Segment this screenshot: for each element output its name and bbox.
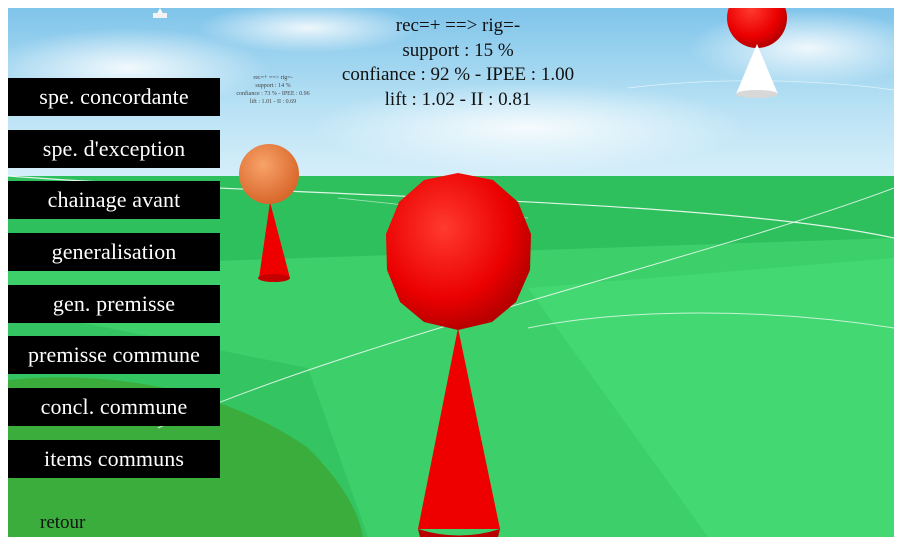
- menu-button-chainage-avant[interactable]: chainage avant: [8, 181, 220, 220]
- rule-confidence-far: confiance : 73 % - IPEE : 0.96: [236, 91, 310, 97]
- menu-button-gen-premisse[interactable]: gen. premisse: [8, 284, 220, 323]
- red-cone-mid-base: [258, 274, 290, 282]
- neighborhood-menu: spe. concordante spe. d'exception chaina…: [8, 78, 220, 492]
- menu-button-spe-concordante[interactable]: spe. concordante: [8, 78, 220, 116]
- menu-button-spe-exception[interactable]: spe. d'exception: [8, 129, 220, 168]
- rule-text: rec=+ ==> rig=-: [395, 15, 521, 36]
- rule-confidence: confiance : 92 % - IPEE : 1.00: [341, 64, 575, 85]
- rule-support: support : 15 %: [402, 39, 514, 61]
- menu-button-premisse-commune[interactable]: premisse commune: [8, 336, 220, 375]
- rule-info-panel: rec=+ ==> rig=- support : 15 % confiance…: [308, 14, 608, 112]
- orange-sphere[interactable]: [239, 144, 299, 204]
- menu-button-generalisation[interactable]: generalisation: [8, 233, 220, 272]
- rule-info-panel-far: rec=+ ==> rig=- support : 14 % confiance…: [218, 74, 328, 106]
- menu-button-items-communs[interactable]: items communs: [8, 439, 220, 478]
- menu-button-concl-commune[interactable]: concl. commune: [8, 388, 220, 427]
- rule-text-far: rec=+ ==> rig=-: [253, 75, 293, 81]
- white-cone-base-far: [153, 13, 167, 18]
- 3d-viewport[interactable]: rec=+ ==> rig=- support : 15 % confiance…: [8, 8, 894, 537]
- white-cone-base: [736, 90, 778, 98]
- back-button[interactable]: retour: [40, 512, 85, 534]
- rule-lift-far: lift : 1.01 - II : 0.69: [249, 99, 297, 105]
- rule-lift: lift : 1.02 - II : 0.81: [384, 88, 532, 110]
- rule-support-far: support : 14 %: [255, 83, 291, 89]
- red-sphere-big[interactable]: [386, 173, 531, 330]
